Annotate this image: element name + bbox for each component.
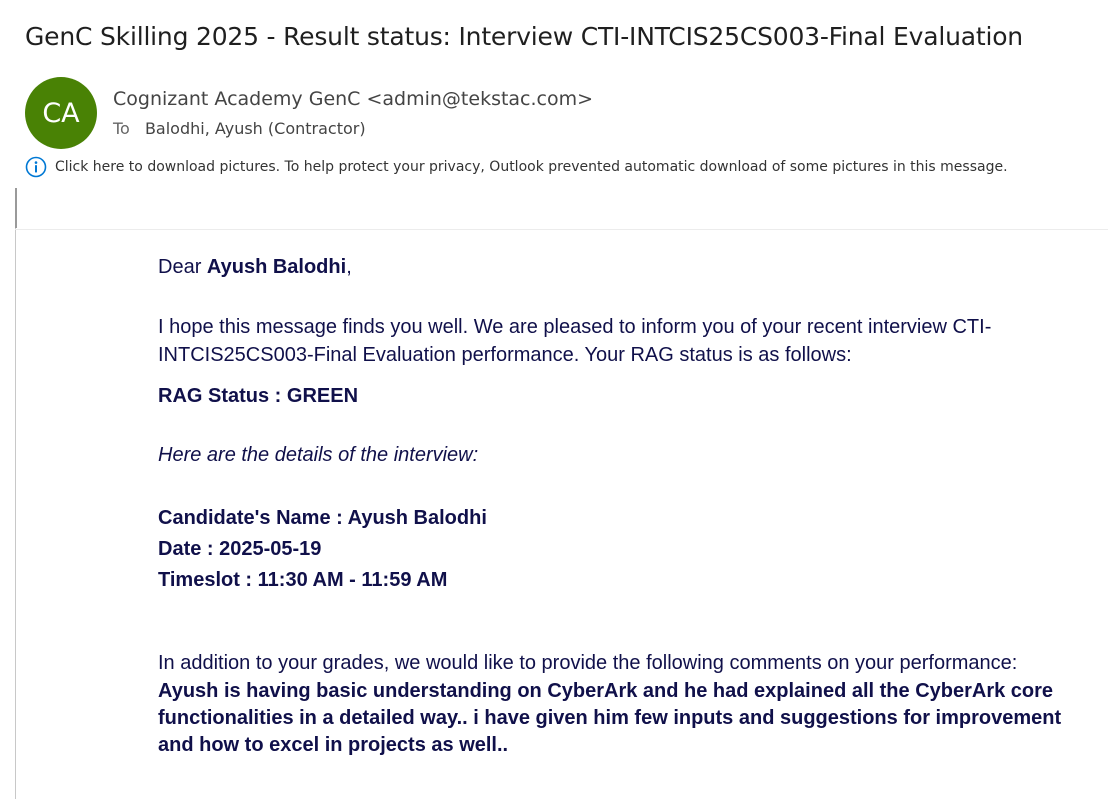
interview-date: Date : 2025-05-19 [158,538,322,560]
to-label: To [113,119,130,138]
comments-intro: In addition to your grades, we would lik… [158,652,1018,674]
email-subject: GenC Skilling 2025 - Result status: Inte… [25,22,1023,51]
reading-pane-border [15,188,16,799]
download-pictures-message[interactable]: Click here to download pictures. To help… [55,159,1008,175]
sender-name[interactable]: Cognizant Academy GenC <admin@tekstac.co… [113,88,593,110]
interview-timeslot: Timeslot : 11:30 AM - 11:59 AM [158,569,448,591]
greeting-suffix: , [346,256,352,278]
header-divider [15,229,1108,230]
candidate-name: Candidate's Name : Ayush Balodhi [158,507,487,529]
greeting: Dear Ayush Balodhi, [158,256,352,279]
info-icon [25,156,47,178]
rag-status: RAG Status : GREEN [158,385,359,407]
sender-avatar[interactable]: CA [25,77,97,149]
sender-initials: CA [42,97,80,129]
greeting-prefix: Dear [158,256,207,278]
download-pictures-bar[interactable]: Click here to download pictures. To help… [25,156,1008,178]
recipient-name[interactable]: Balodhi, Ayush (Contractor) [145,119,366,138]
reading-pane-border-accent [15,188,17,228]
intro-paragraph: I hope this message finds you well. We a… [158,316,992,366]
performance-comments: Ayush is having basic understanding on C… [158,680,1062,756]
recipient-row: To Balodhi, Ayush (Contractor) [113,119,366,138]
greeting-name: Ayush Balodhi [206,256,347,278]
details-intro: Here are the details of the interview: [158,444,479,466]
interview-details: Candidate's Name : Ayush Balodhi Date : … [158,503,487,596]
